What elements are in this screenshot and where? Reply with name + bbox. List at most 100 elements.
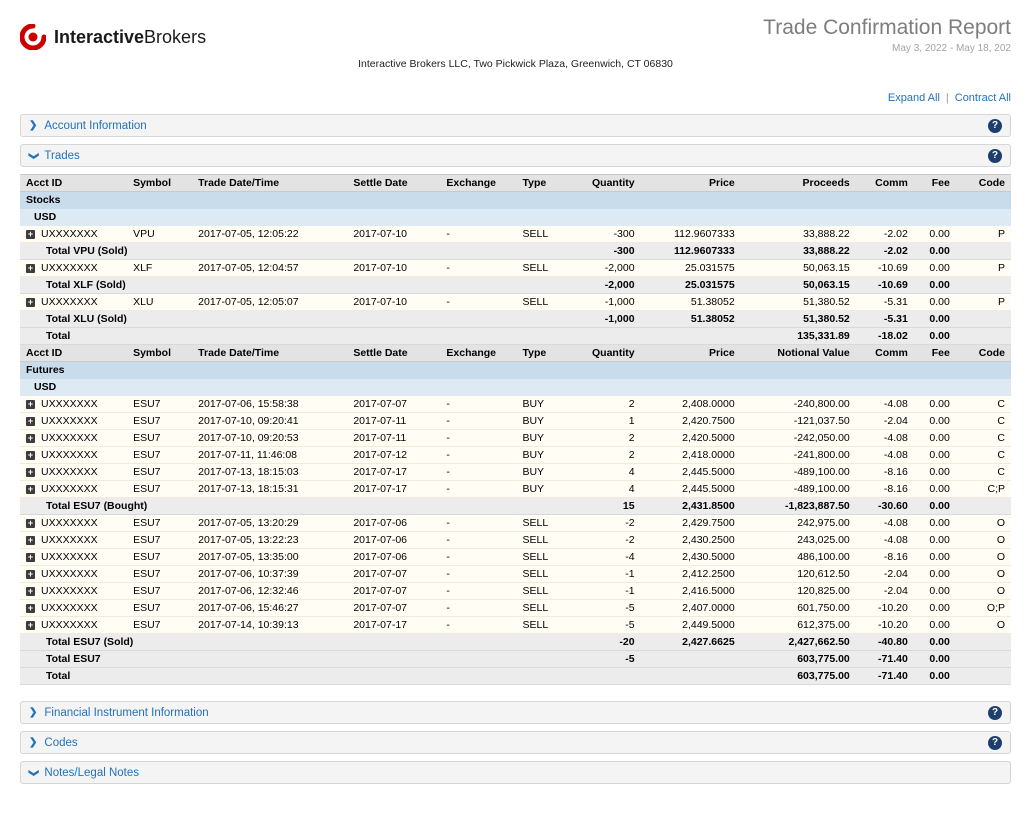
trade-type: SELL <box>516 549 570 566</box>
exchange: - <box>440 583 516 600</box>
help-icon[interactable]: ? <box>988 149 1002 163</box>
trade-datetime: 2017-07-10, 09:20:41 <box>192 413 347 430</box>
section-trades[interactable]: ❯ Trades ? <box>20 144 1011 167</box>
trade-datetime: 2017-07-11, 11:46:08 <box>192 447 347 464</box>
commission: -10.20 <box>856 617 914 634</box>
price <box>641 651 741 668</box>
section-financial-instrument-information-title: Financial Instrument Information <box>44 707 208 719</box>
symbol: ESU7 <box>127 464 192 481</box>
settle-date: 2017-07-17 <box>347 481 440 498</box>
price: 2,449.5000 <box>641 617 741 634</box>
code: C <box>956 430 1011 447</box>
commission: -2.04 <box>856 566 914 583</box>
help-icon[interactable]: ? <box>988 119 1002 133</box>
chevron-right-icon: ❯ <box>29 738 37 748</box>
symbol: ESU7 <box>127 566 192 583</box>
code: O <box>956 532 1011 549</box>
acct-id-cell: +UXXXXXXX <box>20 260 127 277</box>
expand-row-icon[interactable]: + <box>26 264 35 273</box>
trades-row-subtotal: Total ESU7 (Bought)152,431.8500-1,823,88… <box>20 498 1011 515</box>
trade-type: SELL <box>516 617 570 634</box>
trade-datetime: 2017-07-05, 13:35:00 <box>192 549 347 566</box>
section-codes[interactable]: ❯ Codes ? <box>20 731 1011 754</box>
code <box>956 668 1011 685</box>
quantity: -5 <box>571 600 641 617</box>
settle-date: 2017-07-07 <box>347 396 440 413</box>
symbol: ESU7 <box>127 413 192 430</box>
acct-id-cell: +UXXXXXXX <box>20 617 127 634</box>
expand-all-link[interactable]: Expand All <box>888 92 940 104</box>
ib-brand: InteractiveBrokers <box>20 24 206 50</box>
expand-row-icon[interactable]: + <box>26 485 35 494</box>
acct-id-cell: +UXXXXXXX <box>20 566 127 583</box>
expand-row-icon[interactable]: + <box>26 417 35 426</box>
expand-row-icon[interactable]: + <box>26 536 35 545</box>
quantity <box>571 328 641 345</box>
code: C;P <box>956 481 1011 498</box>
expand-row-icon[interactable]: + <box>26 451 35 460</box>
quantity: 2 <box>571 396 641 413</box>
exchange: - <box>440 464 516 481</box>
commission: -8.16 <box>856 549 914 566</box>
expand-row-icon[interactable]: + <box>26 604 35 613</box>
trades-row-trade: +UXXXXXXXESU72017-07-13, 18:15:312017-07… <box>20 481 1011 498</box>
contract-all-link[interactable]: Contract All <box>955 92 1011 104</box>
quantity: 1 <box>571 413 641 430</box>
fee: 0.00 <box>914 583 956 600</box>
section-financial-instrument-information[interactable]: ❯ Financial Instrument Information ? <box>20 701 1011 724</box>
trade-type: BUY <box>516 464 570 481</box>
acct-id-cell: +UXXXXXXX <box>20 532 127 549</box>
code: C <box>956 413 1011 430</box>
amount: -240,800.00 <box>741 396 856 413</box>
chevron-right-icon: ❯ <box>29 708 37 718</box>
expand-row-icon[interactable]: + <box>26 621 35 630</box>
expand-row-icon[interactable]: + <box>26 434 35 443</box>
code: P <box>956 260 1011 277</box>
quantity: -2 <box>571 515 641 532</box>
code: C <box>956 464 1011 481</box>
trade-type: SELL <box>516 226 570 243</box>
symbol: ESU7 <box>127 600 192 617</box>
price: 2,431.8500 <box>641 498 741 515</box>
commission: -4.08 <box>856 430 914 447</box>
code <box>956 328 1011 345</box>
help-icon[interactable]: ? <box>988 736 1002 750</box>
quantity: -1,000 <box>571 294 641 311</box>
expand-row-icon[interactable]: + <box>26 519 35 528</box>
help-icon[interactable]: ? <box>988 706 1002 720</box>
trade-confirmation-page: InteractiveBrokers Trade Confirmation Re… <box>0 0 1031 815</box>
exchange: - <box>440 294 516 311</box>
code <box>956 243 1011 260</box>
trade-type: SELL <box>516 260 570 277</box>
settle-date: 2017-07-17 <box>347 464 440 481</box>
acct-id: UXXXXXXX <box>41 228 98 240</box>
expand-row-icon[interactable]: + <box>26 400 35 409</box>
price: 112.9607333 <box>641 243 741 260</box>
chevron-right-icon: ❯ <box>29 121 37 131</box>
column-header: Quantity <box>571 175 641 192</box>
symbol: VPU <box>127 226 192 243</box>
price: 25.031575 <box>641 277 741 294</box>
acct-id-cell: +UXXXXXXX <box>20 413 127 430</box>
expand-row-icon[interactable]: + <box>26 587 35 596</box>
trades-row-header: Acct IDSymbolTrade Date/TimeSettle DateE… <box>20 345 1011 362</box>
expand-row-icon[interactable]: + <box>26 230 35 239</box>
expand-row-icon[interactable]: + <box>26 468 35 477</box>
commission: -30.60 <box>856 498 914 515</box>
settle-date: 2017-07-06 <box>347 532 440 549</box>
trades-row-total: Total135,331.89-18.020.00 <box>20 328 1011 345</box>
acct-id: UXXXXXXX <box>41 517 98 529</box>
acct-id: UXXXXXXX <box>41 398 98 410</box>
fee: 0.00 <box>914 243 956 260</box>
section-notes-legal-notes[interactable]: ❯ Notes/Legal Notes <box>20 761 1011 784</box>
trades-row-currency: USD <box>20 379 1011 396</box>
amount: 33,888.22 <box>741 226 856 243</box>
symbol: ESU7 <box>127 549 192 566</box>
section-account-information[interactable]: ❯ Account Information ? <box>20 114 1011 137</box>
trades-row-trade: +UXXXXXXXVPU2017-07-05, 12:05:222017-07-… <box>20 226 1011 243</box>
expand-row-icon[interactable]: + <box>26 553 35 562</box>
column-header: Comm <box>856 345 914 362</box>
expand-row-icon[interactable]: + <box>26 298 35 307</box>
price: 2,407.0000 <box>641 600 741 617</box>
expand-row-icon[interactable]: + <box>26 570 35 579</box>
